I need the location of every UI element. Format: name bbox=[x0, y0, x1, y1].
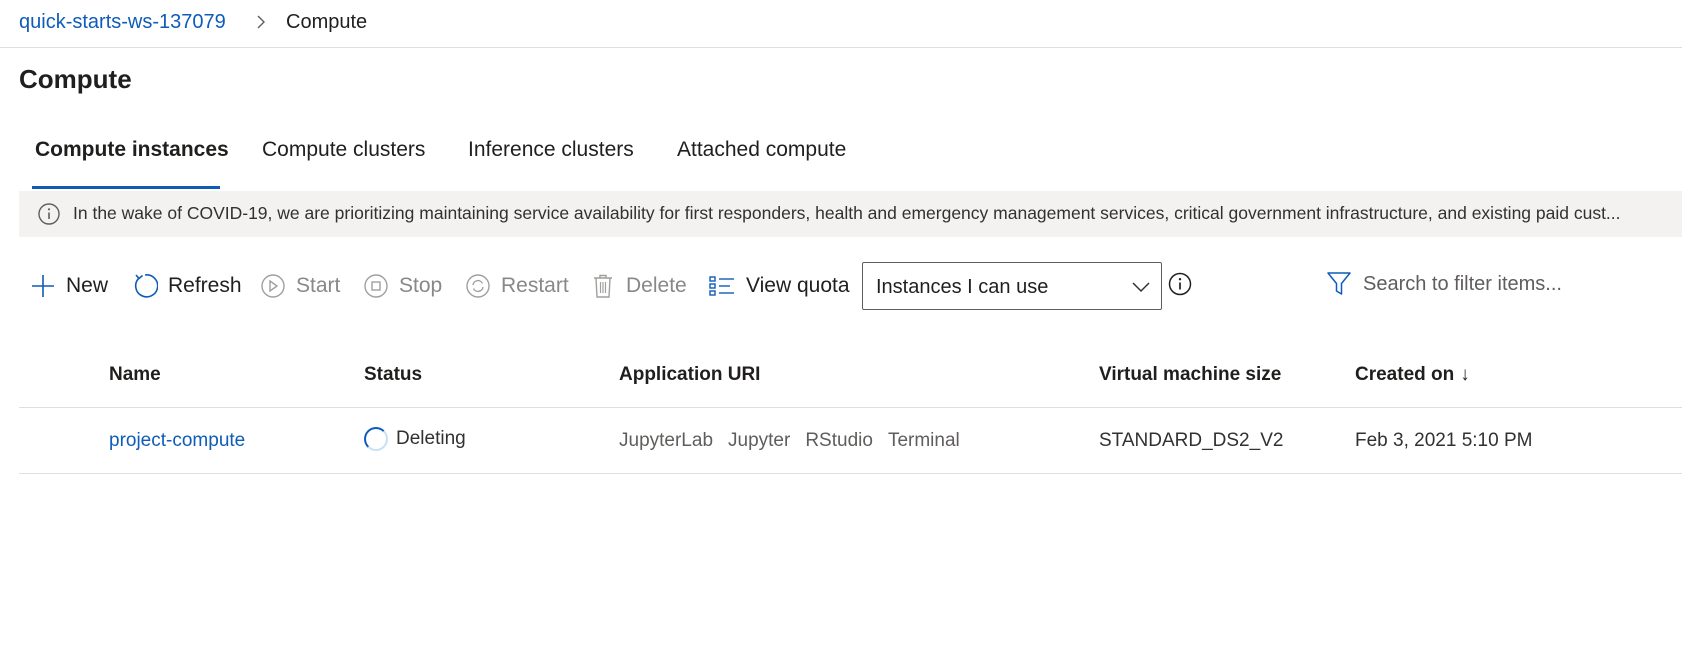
info-icon[interactable] bbox=[1168, 272, 1192, 296]
instance-filter-dropdown[interactable]: Instances I can use bbox=[862, 262, 1162, 310]
spinner-icon bbox=[364, 427, 388, 451]
search-input[interactable]: Search to filter items... bbox=[1325, 268, 1682, 302]
created-on-cell: Feb 3, 2021 5:10 PM bbox=[1355, 430, 1533, 451]
tab-compute-clusters[interactable]: Compute clusters bbox=[262, 138, 425, 162]
refresh-button-label: Refresh bbox=[168, 274, 242, 297]
breadcrumb-current: Compute bbox=[286, 11, 368, 33]
info-icon bbox=[38, 203, 60, 225]
view-quota-button[interactable]: View quota bbox=[708, 273, 850, 299]
view-quota-button-label: View quota bbox=[746, 274, 850, 297]
dropdown-selected-value: Instances I can use bbox=[876, 276, 1049, 298]
delete-button[interactable]: Delete bbox=[590, 273, 687, 299]
notice-banner: In the wake of COVID-19, we are prioriti… bbox=[19, 191, 1682, 237]
breadcrumb-workspace-link[interactable]: quick-starts-ws-137079 bbox=[19, 11, 226, 34]
chevron-right-icon bbox=[257, 15, 265, 29]
application-uri-cell: JupyterLab Jupyter RStudio Terminal bbox=[619, 430, 975, 452]
stop-button-label: Stop bbox=[399, 274, 443, 297]
vm-size-cell: STANDARD_DS2_V2 bbox=[1099, 430, 1284, 451]
delete-button-label: Delete bbox=[626, 274, 687, 297]
compute-name-link[interactable]: project-compute bbox=[109, 430, 245, 452]
status-text: Deleting bbox=[396, 428, 466, 449]
tab-compute-instances[interactable]: Compute instances bbox=[35, 138, 229, 162]
banner-text: In the wake of COVID-19, we are prioriti… bbox=[73, 203, 1621, 223]
restart-icon bbox=[466, 274, 490, 298]
filter-icon bbox=[1327, 272, 1351, 295]
tab-inference-clusters[interactable]: Inference clusters bbox=[468, 138, 634, 162]
uri-jupyter-link[interactable]: Jupyter bbox=[728, 430, 790, 451]
restart-button-label: Restart bbox=[501, 274, 569, 297]
start-button-label: Start bbox=[296, 274, 341, 297]
uri-jupyterlab-link[interactable]: JupyterLab bbox=[619, 430, 713, 451]
chevron-down-icon bbox=[1132, 282, 1150, 293]
trash-icon bbox=[594, 274, 612, 298]
refresh-button[interactable]: Refresh bbox=[132, 273, 242, 299]
start-button[interactable]: Start bbox=[260, 273, 340, 299]
column-header-vm-size[interactable]: Virtual machine size bbox=[1099, 364, 1281, 386]
uri-terminal-link[interactable]: Terminal bbox=[888, 430, 960, 451]
stop-button[interactable]: Stop bbox=[363, 273, 442, 299]
new-button-label: New bbox=[66, 274, 109, 297]
table-row: project-compute Deleting JupyterLab Jupyt… bbox=[19, 408, 1682, 474]
stop-circle-icon bbox=[364, 274, 388, 298]
search-placeholder: Search to filter items... bbox=[1363, 273, 1562, 295]
new-button[interactable]: New bbox=[30, 273, 108, 299]
column-header-name[interactable]: Name bbox=[109, 364, 161, 386]
column-header-created-on-label: Created on bbox=[1355, 364, 1455, 385]
active-tab-indicator bbox=[32, 186, 220, 189]
uri-rstudio-link[interactable]: RStudio bbox=[805, 430, 873, 451]
column-header-application-uri[interactable]: Application URI bbox=[619, 364, 760, 386]
table-header: Name Status Application URI Virtual mach… bbox=[19, 360, 1682, 408]
column-header-created-on[interactable]: Created on ↓ bbox=[1355, 364, 1470, 386]
play-circle-icon bbox=[261, 274, 285, 298]
refresh-icon bbox=[134, 274, 158, 298]
page-title: Compute bbox=[19, 64, 132, 94]
plus-icon bbox=[32, 275, 54, 297]
sort-descending-icon: ↓ bbox=[1460, 364, 1470, 385]
restart-button[interactable]: Restart bbox=[465, 273, 569, 299]
tab-attached-compute[interactable]: Attached compute bbox=[677, 138, 846, 162]
status-cell: Deleting bbox=[364, 427, 466, 451]
column-header-status[interactable]: Status bbox=[364, 364, 422, 386]
breadcrumb: quick-starts-ws-137079 Compute bbox=[0, 0, 1682, 48]
list-icon bbox=[709, 276, 734, 296]
